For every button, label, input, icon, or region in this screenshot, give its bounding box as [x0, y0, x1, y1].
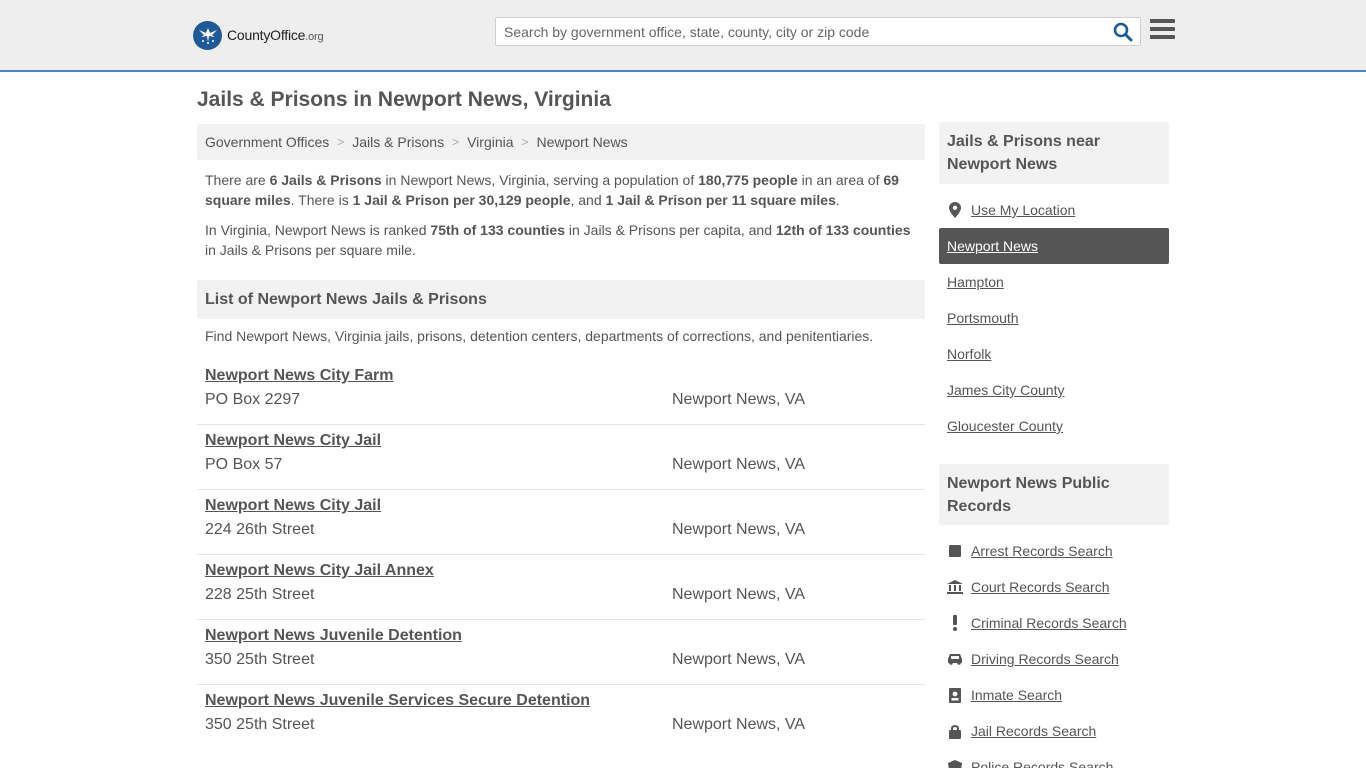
entry-address: 224 26th Street [205, 521, 315, 538]
list-item: Newport News Juvenile Services Secure De… [197, 685, 925, 750]
courthouse-icon [947, 579, 963, 595]
nearby-hampton[interactable]: Hampton [939, 264, 1169, 300]
list-description: Find Newport News, Virginia jails, priso… [205, 328, 874, 344]
entry-name-link[interactable]: Newport News City Jail Annex [205, 562, 434, 580]
nearby-heading: Jails & Prisons near Newport News [939, 122, 1169, 184]
hamburger-menu-icon[interactable] [1150, 19, 1175, 41]
top-header: CountyOffice.org [0, 0, 1366, 72]
intro-paragraph-1: There are 6 Jails & Prisons in Newport N… [205, 172, 899, 208]
list-item: Newport News Juvenile Detention 350 25th… [197, 620, 925, 685]
id-card-icon [947, 687, 963, 703]
entry-city: Newport News, VA [672, 586, 806, 603]
chevron-right-icon: > [337, 135, 345, 149]
jail-list: Newport News City Farm PO Box 2297 Newpo… [197, 360, 925, 750]
nearby-newport-news[interactable]: Newport News [939, 228, 1169, 264]
chevron-right-icon: > [521, 135, 529, 149]
entry-address: 228 25th Street [205, 586, 315, 603]
list-item: Newport News City Farm PO Box 2297 Newpo… [197, 360, 925, 425]
entry-name-link[interactable]: Newport News City Jail [205, 497, 381, 515]
entry-city: Newport News, VA [672, 456, 806, 473]
police-records-link[interactable]: Police Records Search [939, 749, 1169, 768]
search-input[interactable] [496, 18, 1106, 45]
list-item: Newport News City Jail 224 26th Street N… [197, 490, 925, 555]
nearby-norfolk[interactable]: Norfolk [939, 336, 1169, 372]
public-records-heading: Newport News Public Records [939, 464, 1169, 525]
entry-address: PO Box 57 [205, 456, 283, 473]
nearby-list: Use My Location Newport News Hampton Por… [939, 192, 1169, 444]
breadcrumb: Government Offices > Jails & Prisons > V… [197, 124, 925, 160]
search-icon [1113, 22, 1133, 42]
entry-name-link[interactable]: Newport News Juvenile Detention [205, 627, 462, 645]
arrest-records-link[interactable]: Arrest Records Search [939, 533, 1169, 569]
nearby-portsmouth[interactable]: Portsmouth [939, 300, 1169, 336]
page-title: Jails & Prisons in Newport News, Virgini… [197, 88, 611, 111]
list-item: Newport News City Jail Annex 228 25th St… [197, 555, 925, 620]
entry-address: 350 25th Street [205, 651, 315, 668]
use-my-location-link[interactable]: Use My Location [939, 192, 1169, 228]
search-bar [495, 17, 1141, 46]
badge-icon [947, 759, 963, 768]
breadcrumb-government-offices[interactable]: Government Offices [205, 134, 329, 150]
square-icon [947, 543, 963, 559]
entry-city: Newport News, VA [672, 521, 806, 538]
intro-paragraph-2: In Virginia, Newport News is ranked 75th… [205, 222, 911, 258]
entry-name-link[interactable]: Newport News City Farm [205, 367, 393, 385]
entry-address: 350 25th Street [205, 716, 315, 733]
lock-icon [947, 723, 963, 739]
public-records-list: Arrest Records Search Court Records Sear… [939, 533, 1169, 768]
breadcrumb-virginia[interactable]: Virginia [467, 134, 513, 150]
entry-name-link[interactable]: Newport News Juvenile Services Secure De… [205, 692, 590, 710]
search-button[interactable] [1112, 21, 1134, 43]
breadcrumb-newport-news[interactable]: Newport News [537, 134, 628, 150]
driving-records-link[interactable]: Driving Records Search [939, 641, 1169, 677]
criminal-records-link[interactable]: Criminal Records Search [939, 605, 1169, 641]
entry-city: Newport News, VA [672, 716, 806, 733]
entry-city: Newport News, VA [672, 651, 806, 668]
entry-name-link[interactable]: Newport News City Jail [205, 432, 381, 450]
nearby-gloucester-county[interactable]: Gloucester County [939, 408, 1169, 444]
map-pin-icon [947, 202, 963, 218]
court-records-link[interactable]: Court Records Search [939, 569, 1169, 605]
jail-records-link[interactable]: Jail Records Search [939, 713, 1169, 749]
inmate-search-link[interactable]: Inmate Search [939, 677, 1169, 713]
breadcrumb-jails-prisons[interactable]: Jails & Prisons [352, 134, 444, 150]
site-logo[interactable]: CountyOffice.org [193, 20, 324, 50]
nearby-james-city-county[interactable]: James City County [939, 372, 1169, 408]
list-heading: List of Newport News Jails & Prisons [197, 280, 925, 319]
logo-text: CountyOffice.org [227, 27, 324, 43]
list-item: Newport News City Jail PO Box 57 Newport… [197, 425, 925, 490]
entry-address: PO Box 2297 [205, 391, 301, 408]
exclamation-icon [947, 615, 963, 631]
eagle-logo-icon [193, 20, 222, 50]
chevron-right-icon: > [452, 135, 460, 149]
entry-city: Newport News, VA [672, 391, 806, 408]
car-icon [947, 651, 963, 667]
